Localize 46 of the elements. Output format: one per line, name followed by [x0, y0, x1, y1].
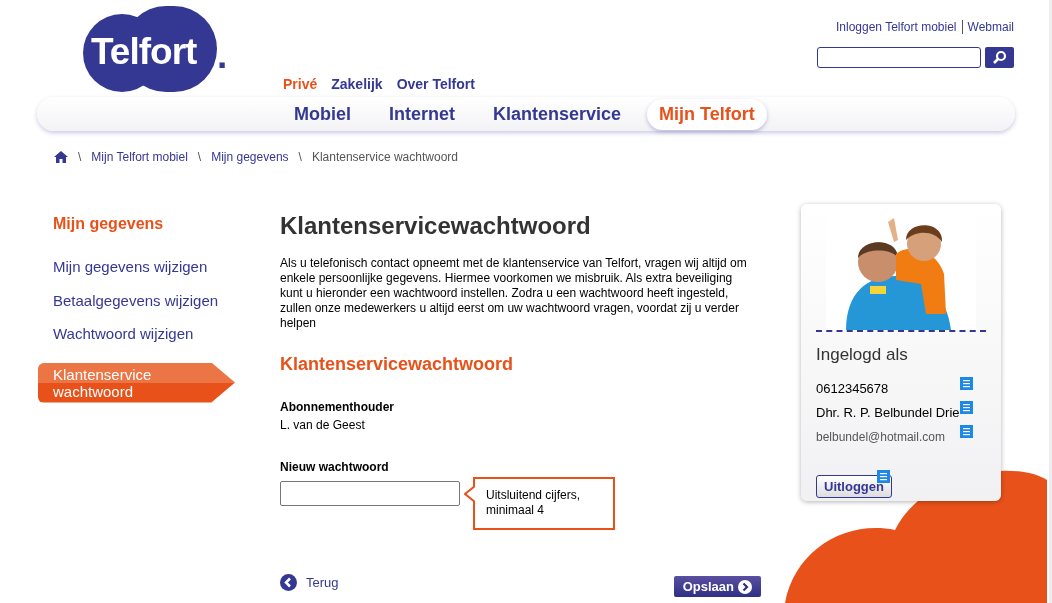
sidebar-title: Mijn gegevens — [53, 214, 165, 234]
page-title: Klantenservicewachtwoord — [280, 211, 592, 241]
sidebar-item[interactable]: Mijn gegevens wijzigen — [38, 256, 240, 279]
breadcrumb-separator: \ — [197, 149, 202, 166]
phone-number: 0612345678 — [816, 380, 889, 396]
sidebar-item[interactable]: Wachtwoord wijzigen — [38, 323, 240, 346]
back-link[interactable]: Terug — [280, 572, 339, 593]
breadcrumb-link[interactable]: Mijn gegevens — [211, 148, 289, 166]
sidebar-item[interactable]: Klantenservice wachtwoord — [38, 362, 235, 403]
home-icon[interactable] — [54, 151, 68, 163]
search-icon — [992, 50, 1007, 65]
nav-tab[interactable]: Klantenservice — [481, 98, 634, 130]
nav-tab[interactable]: Mobiel — [282, 98, 363, 130]
breadcrumb-link[interactable]: Klantenservice wachtwoord — [311, 148, 458, 166]
top-link[interactable]: Webmail — [961, 20, 1014, 34]
search-button[interactable] — [985, 47, 1014, 68]
list-icon[interactable] — [960, 376, 973, 390]
chevron-left-icon — [280, 574, 297, 591]
list-icon[interactable] — [877, 469, 890, 483]
search-field[interactable] — [817, 47, 981, 68]
nav-tab[interactable]: Mijn Telfort — [647, 98, 767, 130]
segment-link[interactable]: Over Telfort — [396, 74, 475, 95]
segment-link[interactable]: Privé — [283, 74, 318, 95]
chevron-right-icon — [738, 579, 752, 594]
nav-tab[interactable]: Internet — [377, 98, 467, 130]
sidebar-item[interactable]: Betaalgegevens wijzigen — [38, 289, 240, 312]
field-value: L. van de Geest — [280, 417, 366, 434]
email-text: belbundel@hotmail.com — [816, 429, 945, 444]
card-heading: Ingelogd als — [816, 344, 909, 366]
field-label: Nieuw wachtwoord — [280, 459, 390, 476]
password-field[interactable] — [280, 481, 460, 506]
field-label: Abonnementhouder — [280, 399, 395, 416]
breadcrumb-separator: \ — [78, 149, 82, 166]
list-icon[interactable] — [960, 400, 973, 414]
list-icon[interactable] — [960, 424, 973, 438]
segment-link[interactable]: Zakelijk — [331, 74, 383, 95]
top-link[interactable]: Inloggen Telfort mobiel — [836, 20, 962, 34]
hint-callout: Uitsluitend cijfers, minimaal 4 — [473, 477, 615, 530]
intro-paragraph: Als u telefonisch contact opneemt met de klantenservice van Telfort, vragen wij altijd om enkele persoonlijke gegevens. Hiermee voorkomen we misbruik. Als extra beveiliging kunt u hieronder een wachtwoord instellen. Zodra u een wachtwoord heeft ingesteld, zullen onze medewerkers u altijd eerst om uw wachtwoord vragen, voordat zij u verder helpen — [280, 256, 748, 331]
callout-pointer — [464, 486, 475, 502]
section-title: Klantenservicewachtwoord — [280, 353, 515, 376]
save-button[interactable]: Opslaan — [673, 576, 761, 597]
logout-button[interactable]: Uitloggen — [816, 474, 892, 498]
breadcrumb-link[interactable]: Mijn Telfort mobiel — [91, 148, 188, 166]
account-name: Dhr. R. P. Belbundel Drie — [816, 404, 960, 420]
breadcrumb-separator: \ — [298, 149, 302, 166]
